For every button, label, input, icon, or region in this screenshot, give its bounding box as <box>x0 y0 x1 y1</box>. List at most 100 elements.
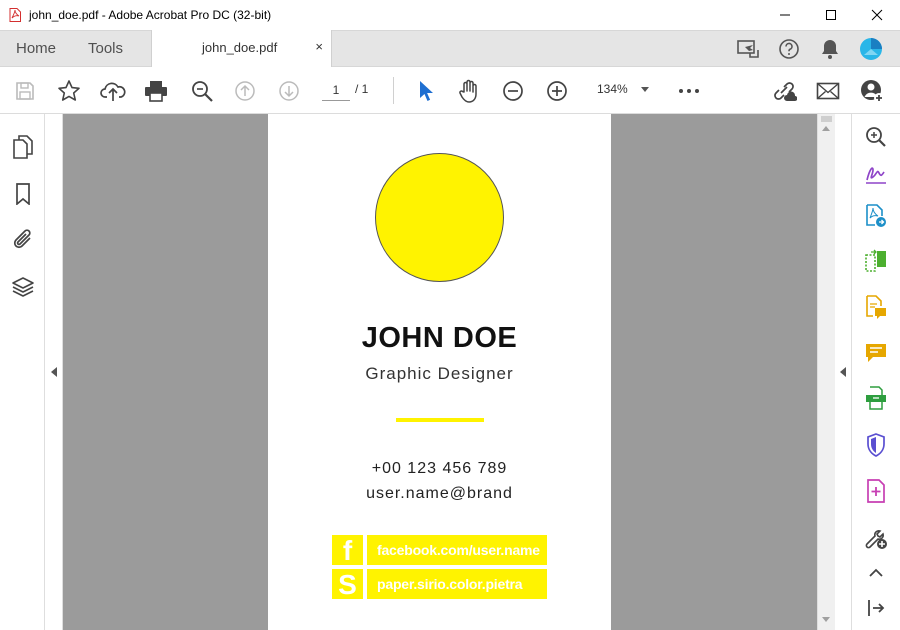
card-phone: +00 123 456 789 <box>371 460 508 477</box>
minimize-button[interactable] <box>762 0 808 30</box>
layers-button[interactable] <box>10 274 36 300</box>
maximize-icon <box>826 10 836 20</box>
create-pdf-button[interactable] <box>863 478 889 504</box>
save-icon <box>16 82 34 100</box>
zoom-level[interactable]: 134% <box>597 82 628 96</box>
comment-file-icon <box>866 295 886 319</box>
mail-icon <box>816 82 840 100</box>
close-button[interactable] <box>854 0 900 30</box>
zoom-in-icon <box>547 81 567 101</box>
export-pdf-icon <box>866 204 886 227</box>
star-icon <box>58 80 80 101</box>
next-page-button[interactable] <box>275 77 303 105</box>
organize-pages-button[interactable] <box>863 248 889 274</box>
toolbar-divider <box>393 77 394 104</box>
close-tab-button[interactable]: × <box>315 39 323 54</box>
right-panel-toggle[interactable] <box>835 114 852 630</box>
more-tools-button[interactable] <box>675 77 703 105</box>
upload-button[interactable] <box>99 77 127 105</box>
bookmark-icon <box>16 183 30 205</box>
close-icon <box>871 9 883 21</box>
scroll-down-icon[interactable] <box>822 617 830 622</box>
facebook-label: facebook.com/user.name <box>367 535 547 565</box>
left-nav-panel <box>0 114 45 630</box>
vertical-scrollbar[interactable] <box>817 114 835 630</box>
title-bar: john_doe.pdf - Adobe Acrobat Pro DC (32-… <box>0 0 900 30</box>
more-icon <box>679 89 699 93</box>
hand-tool-button[interactable] <box>455 77 483 105</box>
page-total: / 1 <box>355 82 369 96</box>
share-screen-button[interactable] <box>735 36 761 62</box>
pdf-file-icon <box>9 8 21 22</box>
fill-sign-icon <box>866 167 886 184</box>
save-button[interactable] <box>11 77 39 105</box>
pages-icon <box>13 135 33 159</box>
page-up-icon <box>235 81 255 101</box>
bookmark-star-button[interactable] <box>55 77 83 105</box>
more-tools-panel-button[interactable] <box>863 525 889 551</box>
scroll-thumb[interactable] <box>821 116 832 122</box>
hand-icon <box>459 79 477 103</box>
protect-icon <box>867 433 885 457</box>
page-number-input[interactable]: 1 <box>322 79 350 101</box>
organize-pages-icon <box>865 249 886 272</box>
bookmarks-button[interactable] <box>10 181 36 207</box>
pdf-page: JOHN DOE Graphic Designer +00 123 456 78… <box>268 114 611 630</box>
card-role: Graphic Designer <box>365 364 514 383</box>
find-tool-button[interactable] <box>863 124 889 150</box>
account-avatar[interactable] <box>858 36 884 62</box>
exit-panel-icon <box>868 600 885 616</box>
page-thumbnails-button[interactable] <box>10 134 36 160</box>
protect-button[interactable] <box>863 432 889 458</box>
share-link-icon <box>774 82 797 101</box>
scan-button[interactable] <box>863 385 889 411</box>
attachment-icon <box>13 229 31 249</box>
left-panel-toggle[interactable] <box>45 114 63 630</box>
share-link-button[interactable] <box>770 77 798 105</box>
card-email: user.name@brand <box>366 485 513 502</box>
maximize-button[interactable] <box>808 0 854 30</box>
avatar-icon <box>860 38 882 60</box>
collapse-right-icon <box>840 367 846 377</box>
layers-icon <box>12 277 34 297</box>
window-title: john_doe.pdf - Adobe Acrobat Pro DC (32-… <box>29 8 272 22</box>
zoom-out-icon <box>503 81 523 101</box>
right-tools-panel <box>852 114 900 630</box>
add-user-icon <box>861 80 884 103</box>
document-tab-label: john_doe.pdf <box>202 40 278 55</box>
attachments-button[interactable] <box>10 227 36 253</box>
previous-page-button[interactable] <box>231 77 259 105</box>
document-view[interactable]: JOHN DOE Graphic Designer +00 123 456 78… <box>63 114 817 630</box>
fill-sign-button[interactable] <box>863 160 889 186</box>
create-pdf-icon <box>867 479 885 503</box>
exit-tools-panel-button[interactable] <box>863 595 889 621</box>
tab-home[interactable]: Home <box>16 31 56 66</box>
comment-button[interactable] <box>863 340 889 366</box>
tabs-bar: Home Tools john_doe.pdf × <box>0 30 900 67</box>
help-icon <box>779 39 799 59</box>
select-cursor-icon <box>420 81 433 101</box>
comment-icon <box>866 344 886 362</box>
comment-file-button[interactable] <box>863 294 889 320</box>
print-button[interactable] <box>142 77 170 105</box>
zoom-in-button[interactable] <box>543 77 571 105</box>
help-button[interactable] <box>776 36 802 62</box>
scroll-up-icon[interactable] <box>822 126 830 131</box>
zoom-out-button[interactable] <box>499 77 527 105</box>
facebook-icon: f <box>332 535 363 565</box>
page-down-icon <box>279 81 299 101</box>
share-screen-icon <box>737 40 759 58</box>
zoom-dropdown-icon[interactable] <box>641 87 649 92</box>
tab-document[interactable]: john_doe.pdf × <box>151 30 332 67</box>
collapse-up-button[interactable] <box>863 560 889 586</box>
export-pdf-button[interactable] <box>863 203 889 229</box>
card-name: JOHN DOE <box>361 322 518 354</box>
email-button[interactable] <box>814 77 842 105</box>
cloud-upload-icon <box>100 82 126 101</box>
add-people-button[interactable] <box>858 77 886 105</box>
select-tool-button[interactable] <box>412 77 440 105</box>
collapse-left-icon <box>51 367 57 377</box>
find-button[interactable] <box>188 77 216 105</box>
tab-tools[interactable]: Tools <box>88 31 123 66</box>
notifications-button[interactable] <box>817 36 843 62</box>
